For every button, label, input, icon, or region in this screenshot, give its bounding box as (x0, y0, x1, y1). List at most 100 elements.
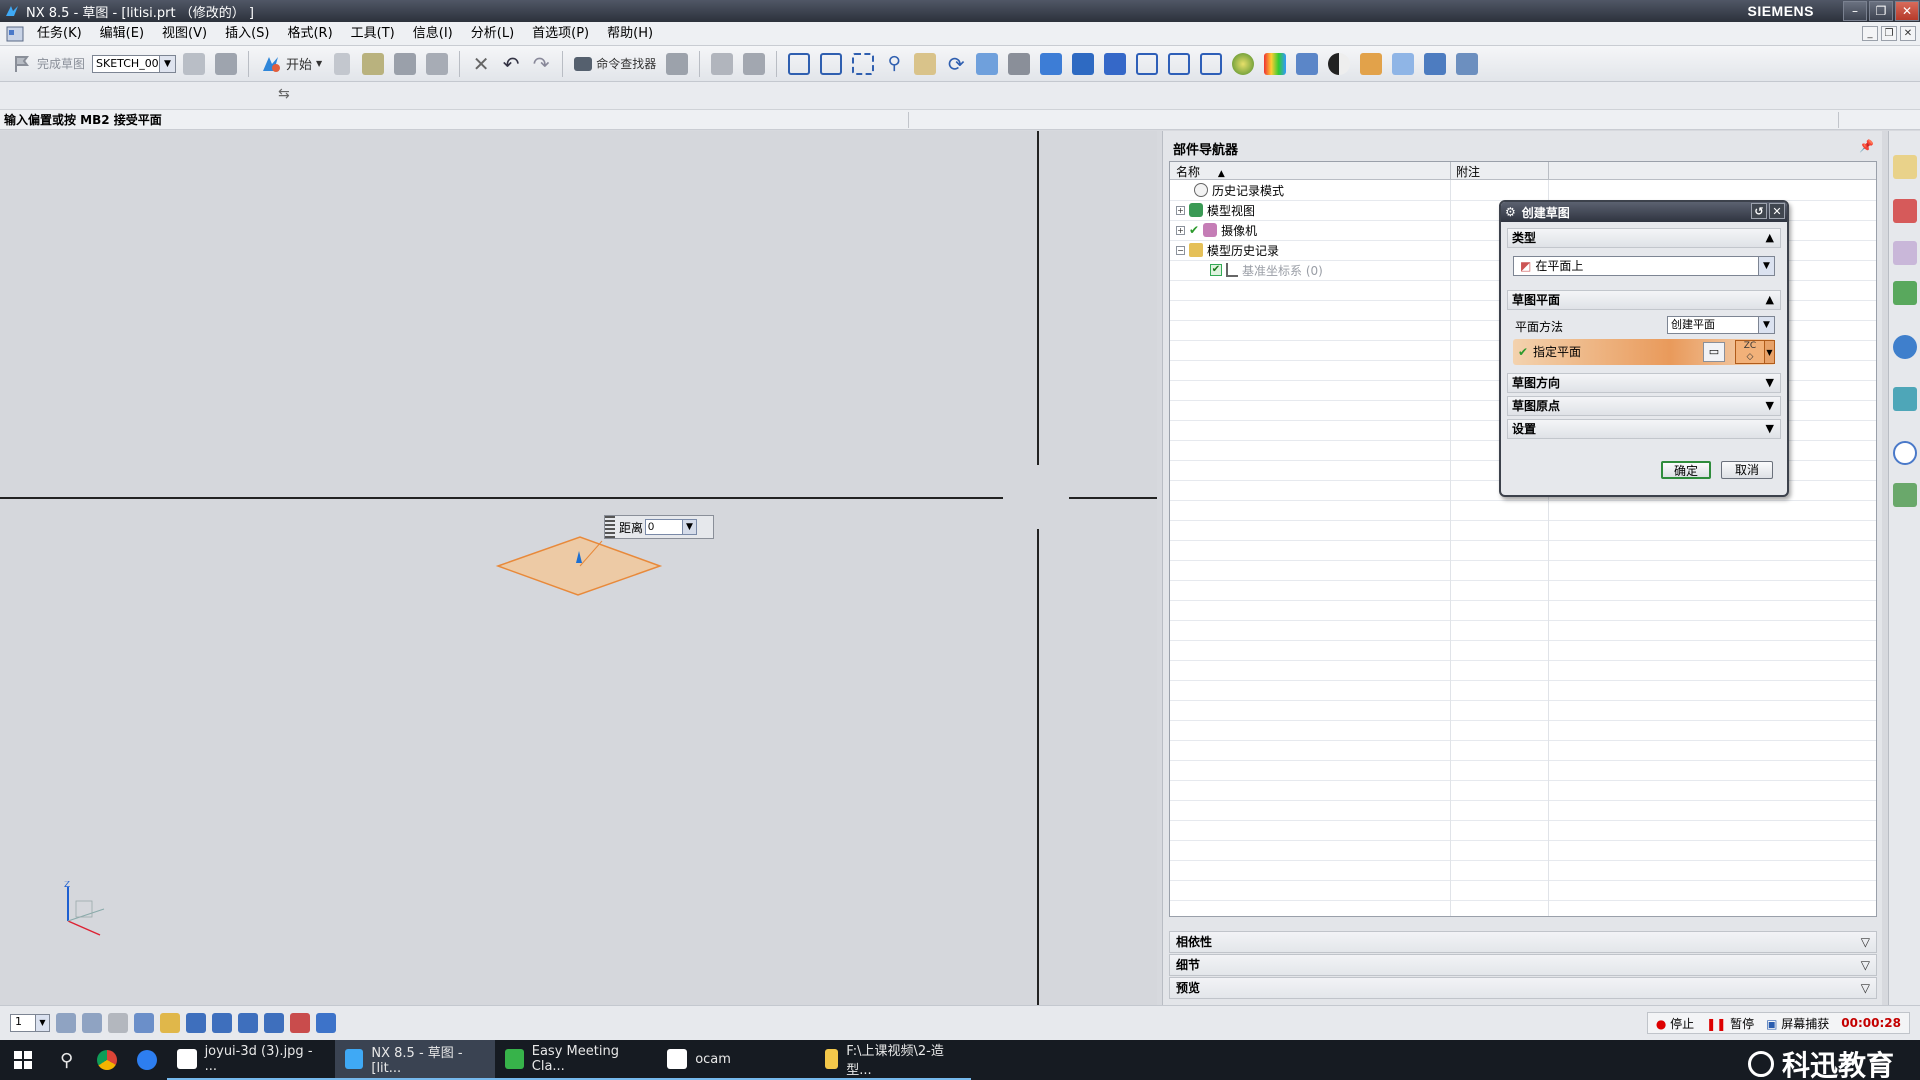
sketch-feature-button[interactable] (180, 50, 208, 78)
taskbar-item-nx[interactable]: NX 8.5 - 草图 - [lit... (335, 1040, 496, 1080)
pin-icon[interactable]: 📌 (1859, 139, 1874, 153)
selection-tool-button[interactable] (663, 50, 691, 78)
pan-button[interactable] (911, 50, 939, 78)
plane-dialog-button[interactable]: ▭ (1703, 342, 1725, 362)
studio-button[interactable] (1261, 50, 1289, 78)
toolbar-handle-icon[interactable]: ⇆ (278, 86, 290, 102)
column-divider[interactable] (1450, 162, 1451, 180)
column-header-note[interactable]: 附注 (1456, 163, 1480, 180)
fit-button[interactable] (785, 50, 813, 78)
zoom-fit-button[interactable] (817, 50, 845, 78)
column-header-name[interactable]: 名称 ▲ (1176, 163, 1225, 180)
redo-button[interactable]: ↷ (528, 50, 554, 78)
tree-item-model-history[interactable]: − 模型历史记录 (1176, 240, 1279, 260)
section-sketch-origin[interactable]: 草图原点 ▼ (1507, 396, 1781, 416)
menu-insert[interactable]: 插入(S) (216, 23, 278, 45)
shaded-button[interactable] (1229, 50, 1257, 78)
roles-icon[interactable] (1893, 483, 1917, 507)
part-navigator-icon[interactable] (1893, 241, 1917, 265)
command-finder-button[interactable]: 命令查找器 (571, 50, 659, 78)
menu-tools[interactable]: 工具(T) (342, 23, 404, 45)
start-menu-button[interactable]: 开始 ▼ (257, 50, 325, 78)
undo-button[interactable]: ↶ (498, 50, 524, 78)
section-type[interactable]: 类型 ▲ (1507, 228, 1781, 248)
render-style-button[interactable] (1005, 50, 1033, 78)
tree-item-cameras[interactable]: + ✔ 摄像机 (1176, 220, 1257, 240)
work-layer-select[interactable]: 1 ▼ (10, 1014, 50, 1032)
pause-button[interactable]: ❚❚ 暂停 (1706, 1015, 1754, 1032)
section-settings[interactable]: 设置 ▼ (1507, 419, 1781, 439)
section-details[interactable]: 细节 ▽ (1169, 954, 1877, 976)
taskbar-item-easy-meeting[interactable]: Easy Meeting Cla... (495, 1040, 658, 1080)
restore-button[interactable]: ❐ (1869, 1, 1893, 21)
reattach-button[interactable] (212, 50, 240, 78)
move-to-layer-icon[interactable] (108, 1013, 128, 1033)
menu-info[interactable]: 信息(I) (404, 23, 462, 45)
wcs-origin-icon[interactable] (134, 1013, 154, 1033)
open-file-button[interactable] (359, 50, 387, 78)
layer-visible-icon[interactable] (82, 1013, 102, 1033)
tree-item-history-mode[interactable]: 历史记录模式 (1194, 180, 1284, 200)
wcs-dynamic-icon[interactable] (160, 1013, 180, 1033)
screen-capture-button[interactable]: ▣ 屏幕捕获 (1766, 1015, 1829, 1032)
chrome-taskbar-button[interactable] (87, 1040, 127, 1080)
menu-view[interactable]: 视图(V) (153, 23, 216, 45)
new-file-button[interactable] (329, 50, 355, 78)
close-window-button[interactable]: ✕ (1895, 1, 1919, 21)
graphics-window[interactable]: 距离 ▼ Z (0, 131, 1157, 1005)
view-trimetric-button[interactable] (1037, 50, 1065, 78)
distance-input[interactable] (645, 519, 684, 535)
expand-icon[interactable]: + (1176, 205, 1185, 215)
taskbar-item-explorer[interactable]: F:\上课视频\2-造型... (815, 1040, 972, 1080)
drag-handle[interactable] (605, 516, 615, 538)
mdi-restore-button[interactable]: ❐ (1881, 26, 1897, 41)
specify-plane-row[interactable]: ✔ 指定平面 ▭ ZC ◇ ▼ (1513, 339, 1775, 365)
chevron-down-icon[interactable]: ▼ (1765, 340, 1775, 364)
tree-item-model-views[interactable]: + 模型视图 (1176, 200, 1255, 220)
ok-button[interactable]: 确定 (1661, 461, 1711, 479)
gear-icon[interactable]: ⚙ (1505, 205, 1516, 219)
edit-object-button[interactable] (708, 50, 736, 78)
menu-edit[interactable]: 编辑(E) (91, 23, 153, 45)
perspective-button[interactable] (973, 50, 1001, 78)
wcs-save-icon[interactable] (264, 1013, 284, 1033)
menu-help[interactable]: 帮助(H) (598, 23, 662, 45)
measure-icon[interactable] (316, 1013, 336, 1033)
zoom-box-button[interactable] (849, 50, 877, 78)
checkbox-checked-icon[interactable]: ✔ (1210, 264, 1222, 276)
wcs-orient-icon[interactable] (212, 1013, 232, 1033)
minimize-button[interactable]: – (1843, 1, 1867, 21)
collapse-icon[interactable]: − (1176, 245, 1185, 255)
stop-button[interactable]: ● 停止 (1656, 1015, 1694, 1032)
view-iso-button[interactable] (1197, 50, 1225, 78)
view-right-button[interactable] (1133, 50, 1161, 78)
save-button[interactable] (391, 50, 419, 78)
sketch-plane-preview[interactable] (490, 531, 670, 601)
zoom-button[interactable]: ⚲ (881, 50, 907, 78)
dialog-title-bar[interactable]: ⚙ 创建草图 ↺ ✕ (1501, 202, 1787, 222)
layer-button[interactable] (1357, 50, 1385, 78)
tree-item-datum-csys[interactable]: ✔ 基准坐标系 (0) (1210, 260, 1323, 280)
section-sketch-plane[interactable]: 草图平面 ▲ (1507, 290, 1781, 310)
view-top-button[interactable] (1101, 50, 1129, 78)
delete-button[interactable]: ✕ (468, 50, 494, 78)
cancel-button[interactable]: 取消 (1721, 461, 1773, 479)
more-button[interactable] (1453, 50, 1481, 78)
column-divider[interactable] (1548, 162, 1549, 180)
search-button[interactable]: ⚲ (46, 1040, 87, 1080)
chevron-down-icon[interactable]: ▼ (683, 519, 698, 535)
view-front-button[interactable] (1069, 50, 1097, 78)
mdi-close-button[interactable]: ✕ (1900, 26, 1916, 41)
zc-plane-button[interactable]: ZC ◇ (1735, 340, 1765, 364)
select-filter-button[interactable] (1389, 50, 1417, 78)
view-left-button[interactable] (1165, 50, 1193, 78)
menu-preferences[interactable]: 首选项(P) (523, 23, 598, 45)
section-sketch-orientation[interactable]: 草图方向 ▼ (1507, 373, 1781, 393)
close-icon[interactable]: ✕ (1769, 203, 1785, 219)
section-preview[interactable]: 预览 ▽ (1169, 977, 1877, 999)
history-icon[interactable] (1893, 441, 1917, 465)
sketch-name-select[interactable]: SKETCH_000 ▼ (92, 54, 177, 73)
plane-method-select[interactable]: 创建平面 ▼ (1667, 316, 1775, 334)
menu-app-icon[interactable] (6, 26, 24, 42)
section-dependencies[interactable]: 相依性 ▽ (1169, 931, 1877, 953)
